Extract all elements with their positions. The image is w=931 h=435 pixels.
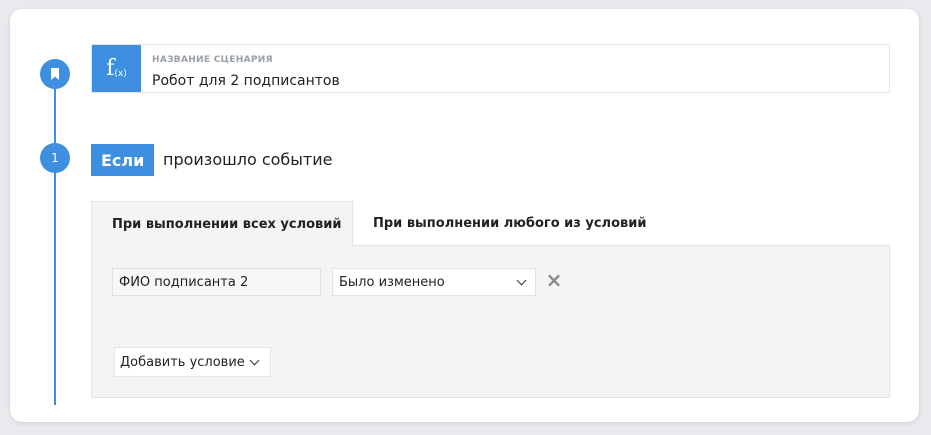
tab-all-conditions[interactable]: При выполнении всех условий xyxy=(91,201,353,246)
chevron-down-icon xyxy=(516,275,527,286)
tab-any-condition[interactable]: При выполнении любого из условий xyxy=(353,201,646,246)
scenario-name-box[interactable]: f (x) НАЗВАНИЕ СЦЕНАРИЯ Робот для 2 подп… xyxy=(91,44,890,93)
condition-operator-value: Было изменено xyxy=(339,274,445,290)
condition-mode-tabs: При выполнении всех условий При выполнен… xyxy=(91,201,890,246)
close-icon[interactable]: × xyxy=(544,270,564,290)
scenario-card: f (x) НАЗВАНИЕ СЦЕНАРИЯ Робот для 2 подп… xyxy=(10,9,919,422)
function-icon-main: f xyxy=(106,56,115,81)
condition-field-input[interactable]: ФИО подписанта 2 xyxy=(112,268,321,296)
step-number-badge: 1 xyxy=(40,143,70,173)
if-badge: Если xyxy=(91,144,155,176)
timeline-line xyxy=(54,75,56,405)
scenario-name-label: НАЗВАНИЕ СЦЕНАРИЯ xyxy=(152,55,273,65)
add-condition-label: Добавить условие xyxy=(120,354,245,370)
chevron-down-icon xyxy=(249,355,260,366)
step-number: 1 xyxy=(51,151,59,165)
add-condition-button[interactable]: Добавить условие xyxy=(114,347,271,377)
function-icon: f (x) xyxy=(92,45,141,92)
event-title: произошло событие xyxy=(163,150,333,169)
bookmark-icon xyxy=(40,59,70,89)
condition-operator-select[interactable]: Было изменено xyxy=(332,268,536,296)
scenario-name-value[interactable]: Робот для 2 подписантов xyxy=(152,73,340,89)
function-icon-sub: (x) xyxy=(114,68,127,79)
